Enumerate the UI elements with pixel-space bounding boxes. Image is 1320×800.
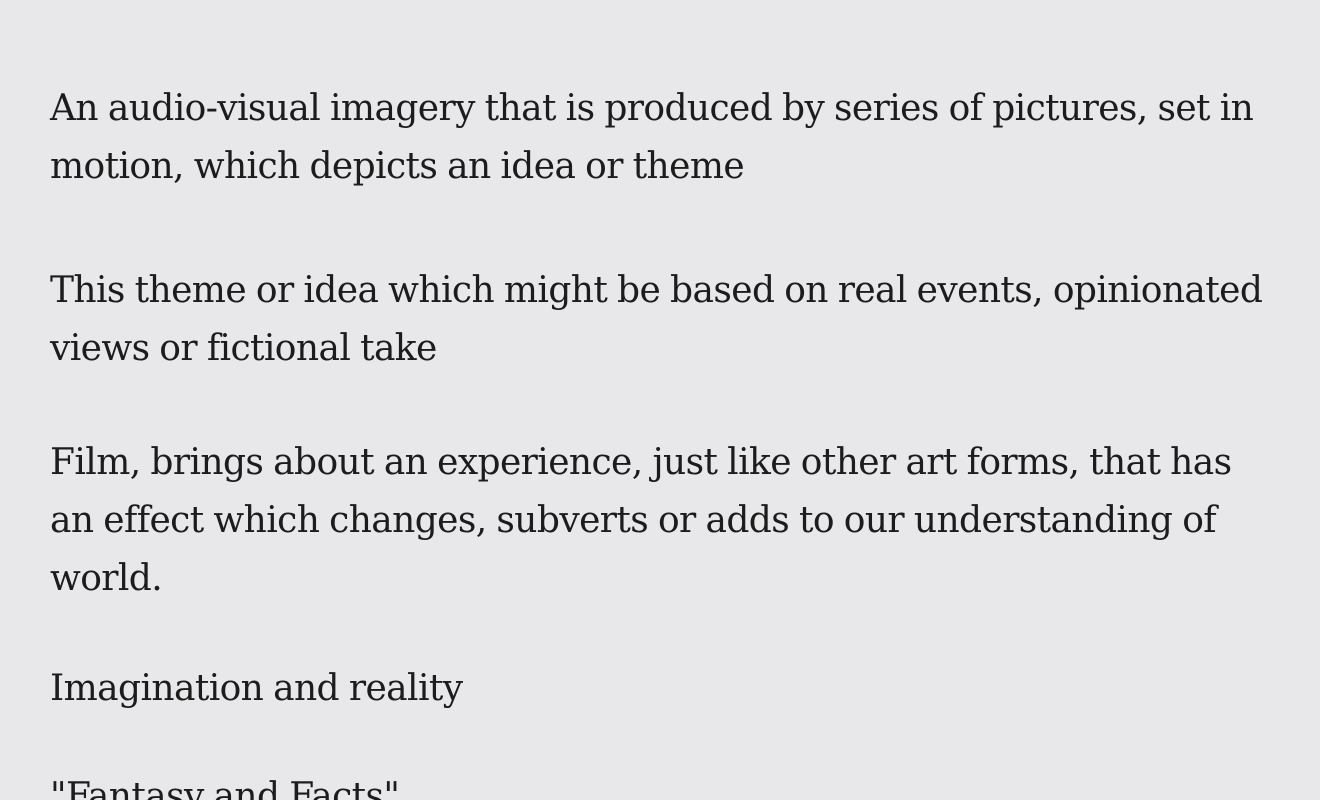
paragraph-theme: This theme or idea which might be based … xyxy=(50,270,1263,369)
paragraph-imagination: Imagination and reality xyxy=(50,668,463,709)
paragraph-quote: "Fantasy and Facts" xyxy=(50,776,400,800)
slide-page: An audio-visual imagery that is produced… xyxy=(0,0,1320,800)
paragraph-definition: An audio-visual imagery that is produced… xyxy=(50,88,1254,187)
paragraph-experience: Film, brings about an experience, just l… xyxy=(50,442,1232,599)
